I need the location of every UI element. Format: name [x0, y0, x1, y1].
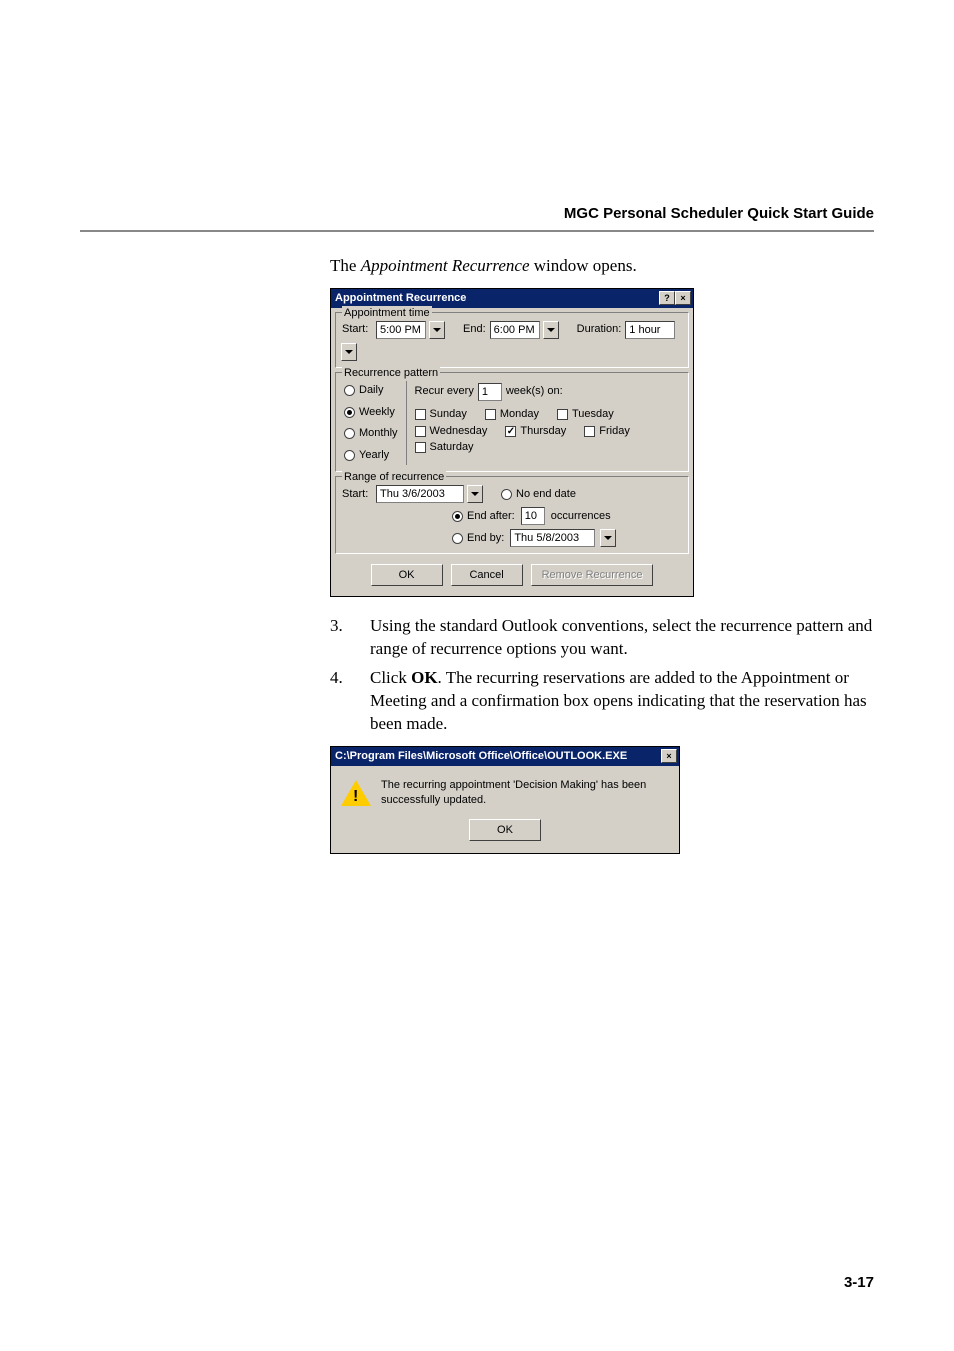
step-4-post: . The recurring reservations are added t…: [370, 668, 867, 733]
recurrence-pattern-group: Recurrence pattern Daily Weekly Monthly …: [335, 372, 689, 472]
recurrence-pattern-legend: Recurrence pattern: [342, 366, 440, 381]
end-by-radio[interactable]: End by:: [452, 531, 504, 546]
end-time-input[interactable]: [490, 321, 540, 339]
duration-label: Duration:: [577, 322, 622, 337]
no-end-date-label: No end date: [516, 487, 576, 502]
daily-label: Daily: [359, 383, 383, 398]
end-after-radio[interactable]: End after:: [452, 509, 515, 524]
intro-text: The Appointment Recurrence window opens.: [330, 255, 874, 278]
end-by-dropdown[interactable]: [600, 529, 616, 547]
step-4-number: 4.: [330, 667, 352, 736]
step-3-number: 3.: [330, 615, 352, 661]
confirmation-ok-button[interactable]: OK: [469, 819, 541, 841]
range-start-input[interactable]: [376, 485, 464, 503]
end-after-input[interactable]: [521, 507, 545, 525]
daily-radio[interactable]: Daily: [344, 383, 398, 398]
thursday-label: Thursday: [520, 424, 566, 439]
page-number: 3-17: [844, 1274, 874, 1291]
chevron-down-icon: [604, 536, 612, 540]
thursday-checkbox[interactable]: Thursday: [505, 424, 566, 439]
sunday-checkbox[interactable]: Sunday: [415, 407, 467, 422]
page-header-title: MGC Personal Scheduler Quick Start Guide: [564, 205, 874, 222]
confirmation-message: The recurring appointment 'Decision Maki…: [381, 778, 669, 808]
weekly-radio[interactable]: Weekly: [344, 405, 398, 420]
no-end-date-radio[interactable]: No end date: [501, 487, 576, 502]
confirmation-dialog: C:\Program Files\Microsoft Office\Office…: [330, 746, 680, 855]
dialog-title: Appointment Recurrence: [335, 291, 466, 306]
step-4-text: Click OK. The recurring reservations are…: [370, 667, 874, 736]
step-4-bold: OK: [411, 668, 437, 687]
range-of-recurrence-group: Range of recurrence Start: No end date E…: [335, 476, 689, 554]
range-start-dropdown[interactable]: [467, 485, 483, 503]
cancel-button[interactable]: Cancel: [451, 564, 523, 586]
warning-icon: [341, 780, 371, 806]
yearly-radio[interactable]: Yearly: [344, 448, 398, 463]
end-by-input[interactable]: [510, 529, 595, 547]
monday-label: Monday: [500, 407, 539, 422]
appointment-time-legend: Appointment time: [342, 306, 432, 321]
chevron-down-icon: [345, 350, 353, 354]
step-4-pre: Click: [370, 668, 411, 687]
sunday-label: Sunday: [430, 407, 467, 422]
duration-dropdown[interactable]: [341, 343, 357, 361]
end-label: End:: [463, 322, 486, 337]
appointment-recurrence-dialog: Appointment Recurrence ? × Appointment t…: [330, 288, 694, 597]
help-icon[interactable]: ?: [659, 291, 675, 305]
weekly-label: Weekly: [359, 405, 395, 420]
remove-recurrence-button: Remove Recurrence: [531, 564, 654, 586]
wednesday-checkbox[interactable]: Wednesday: [415, 424, 488, 439]
chevron-down-icon: [433, 328, 441, 332]
chevron-down-icon: [471, 492, 479, 496]
intro-post: window opens.: [530, 256, 637, 275]
monday-checkbox[interactable]: Monday: [485, 407, 539, 422]
saturday-label: Saturday: [430, 440, 474, 455]
friday-checkbox[interactable]: Friday: [584, 424, 630, 439]
wednesday-label: Wednesday: [430, 424, 488, 439]
confirmation-titlebar[interactable]: C:\Program Files\Microsoft Office\Office…: [331, 747, 679, 766]
recur-every-label: Recur every: [415, 384, 474, 399]
end-after-label: End after:: [467, 509, 515, 524]
chevron-down-icon: [547, 328, 555, 332]
duration-input[interactable]: [625, 321, 675, 339]
start-time-dropdown[interactable]: [429, 321, 445, 339]
start-label: Start:: [342, 322, 372, 337]
range-legend: Range of recurrence: [342, 470, 446, 485]
recur-every-input[interactable]: [478, 383, 502, 401]
tuesday-label: Tuesday: [572, 407, 614, 422]
appointment-time-group: Appointment time Start: End: Duration:: [335, 312, 689, 368]
step-3-text: Using the standard Outlook conventions, …: [370, 615, 874, 661]
close-icon[interactable]: ×: [661, 749, 677, 763]
start-time-input[interactable]: [376, 321, 426, 339]
ok-button[interactable]: OK: [371, 564, 443, 586]
friday-label: Friday: [599, 424, 630, 439]
saturday-checkbox[interactable]: Saturday: [415, 440, 474, 455]
weeks-on-label: week(s) on:: [506, 384, 563, 399]
confirmation-title: C:\Program Files\Microsoft Office\Office…: [335, 749, 627, 764]
yearly-label: Yearly: [359, 448, 389, 463]
range-start-label: Start:: [342, 487, 372, 502]
end-time-dropdown[interactable]: [543, 321, 559, 339]
intro-pre: The: [330, 256, 361, 275]
monthly-radio[interactable]: Monthly: [344, 426, 398, 441]
occurrences-label: occurrences: [551, 509, 611, 524]
intro-italic: Appointment Recurrence: [361, 256, 530, 275]
end-by-label: End by:: [467, 531, 504, 546]
header-rule: [80, 230, 874, 232]
monthly-label: Monthly: [359, 426, 398, 441]
tuesday-checkbox[interactable]: Tuesday: [557, 407, 614, 422]
close-icon[interactable]: ×: [675, 291, 691, 305]
